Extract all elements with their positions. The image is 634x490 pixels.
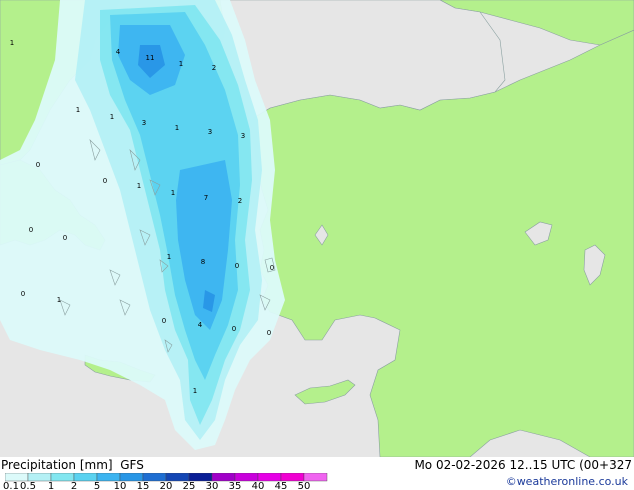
precip-value: 1 [137,182,141,190]
precip-value: 0 [232,325,236,333]
colorbar-tick-label: 30 [205,481,219,490]
precip-value: 1 [57,296,61,304]
colorbar-segment [303,473,328,482]
precip-value: 4 [198,321,203,329]
precip-value: 1 [167,253,171,261]
precip-value: 11 [146,54,155,62]
precip-value: 1 [179,60,183,68]
colorbar-segment [234,473,259,482]
precip-value: 2 [238,197,242,205]
colorbar-segment [188,473,213,482]
model-label: GFS [120,458,144,472]
colorbar-tick-label: 40 [251,481,265,490]
colorbar-tick-label: 0.5 [20,481,36,490]
colorbar-tick-label: 50 [297,481,311,490]
colorbar-segment [142,473,167,482]
precip-value: 1 [171,189,175,197]
precip-value: 0 [162,317,166,325]
colorbar-tick-label: 0.1 [3,481,19,490]
colorbar-tick-label: 35 [228,481,242,490]
precip-value: 2 [212,64,216,72]
colorbar-segment [119,473,144,482]
map-footer: Precipitation [mm] GFS Mo 02-02-2026 12.… [0,457,634,490]
colorbar-segment [257,473,282,482]
precip-value: 0 [29,226,33,234]
precip-value: 0 [21,290,25,298]
precip-value: 7 [204,194,208,202]
precip-value: 0 [103,177,107,185]
valid-time: Mo 02-02-2026 12..15 UTC (00+327 [414,458,632,472]
colorbar-tick-label: 45 [274,481,288,490]
precip-value: 3 [142,119,146,127]
precipitation-map[interactable]: 4 11 1 2 1 1 3 1 3 3 1 0 0 1 7 2 1 0 0 0… [0,0,634,457]
map-canvas: 4 11 1 2 1 1 3 1 3 3 1 0 0 1 7 2 1 0 0 0… [0,0,634,457]
colorbar-segment [280,473,305,482]
precip-value: 1 [10,39,14,47]
colorbar-tick-label: 25 [182,481,196,490]
precip-value: 8 [201,258,205,266]
precip-value: 0 [235,262,239,270]
colorbar-segment [96,473,121,482]
colorbar-segment [5,473,29,482]
colorbar-tick-label: 2 [70,481,78,490]
colorbar-tick-label: 1 [47,481,55,490]
precip-value: 0 [36,161,40,169]
precip-value: 3 [208,128,212,136]
credit-link[interactable]: ©weatheronline.co.uk [506,475,628,488]
colorbar-tick-label: 20 [159,481,173,490]
colorbar-segment [211,473,236,482]
precip-value: 4 [116,48,121,56]
colorbar-segment [165,473,190,482]
precip-value: 1 [110,113,114,121]
colorbar-segment [73,473,98,482]
precip-value: 3 [241,132,245,140]
precip-value: 1 [193,387,197,395]
colorbar-segment [27,473,52,482]
precip-value: 0 [267,329,271,337]
precip-value: 1 [76,106,80,114]
precip-value: 0 [63,234,67,242]
colorbar-tick-label: 5 [93,481,101,490]
colorbar-tick-label: 15 [136,481,150,490]
colorbar-tick-label: 10 [113,481,127,490]
map-title: Precipitation [mm] GFS [1,458,144,472]
weather-map-page: 4 11 1 2 1 1 3 1 3 3 1 0 0 1 7 2 1 0 0 0… [0,0,634,490]
precip-value: 0 [270,264,274,272]
colorbar-segment [50,473,75,482]
variable-label: Precipitation [mm] [1,458,113,472]
precip-value: 1 [175,124,179,132]
